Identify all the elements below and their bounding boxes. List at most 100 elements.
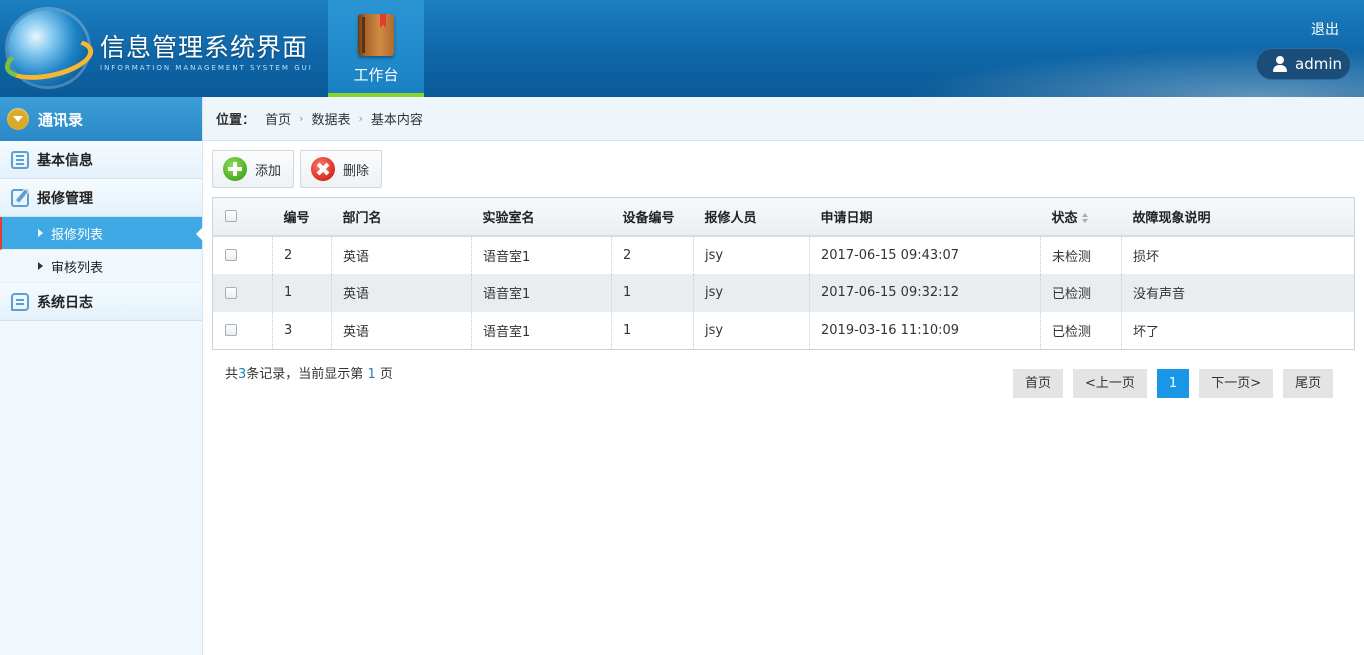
plus-icon — [223, 157, 247, 181]
breadcrumb-basic-content[interactable]: 基本内容 — [371, 109, 423, 128]
summary-text1: 共 — [225, 367, 239, 382]
last-page-button[interactable]: 尾页 — [1283, 369, 1334, 398]
col-header-status-label: 状态 — [1051, 210, 1078, 226]
row-select-cell — [212, 273, 273, 312]
col-header-lab: 实验室名 — [471, 197, 612, 237]
top-header: 信息管理系统界面 INFORMATION MANAGEMENT SYSTEM G… — [0, 0, 1364, 97]
prev-page-button[interactable]: <上一页 — [1073, 369, 1147, 398]
caret-right-icon — [38, 229, 43, 237]
cell-status: 未检测 — [1040, 235, 1122, 274]
sidebar-item-label: 基本信息 — [37, 152, 93, 169]
sidebar-header-contacts[interactable]: 通讯录 — [0, 97, 202, 141]
cell-reporter: jsy — [693, 235, 810, 274]
summary-text3: 页 — [375, 367, 393, 382]
cell-device-id: 2 — [611, 235, 694, 274]
sidebar-item-label: 系统日志 — [37, 294, 93, 311]
row-checkbox[interactable] — [225, 324, 237, 337]
user-badge[interactable]: admin — [1256, 48, 1351, 80]
close-icon — [311, 157, 336, 181]
table-row[interactable]: 1 英语 语音室1 1 jsy 2017-06-15 09:32:12 已检测 … — [212, 273, 1355, 312]
chevron-down-icon — [7, 108, 29, 130]
breadcrumb-home[interactable]: 首页 — [265, 109, 291, 128]
first-page-button[interactable]: 首页 — [1013, 369, 1064, 398]
edit-icon — [11, 188, 29, 207]
sidebar-item-system-log[interactable]: 系统日志 — [0, 283, 202, 321]
caret-right-icon — [38, 262, 43, 270]
repair-table: 编号 部门名 实验室名 设备编号 报修人员 申请日期 状态 故障现象说明 2 英… — [212, 197, 1355, 350]
col-header-description: 故障现象说明 — [1121, 197, 1355, 237]
list-icon — [11, 150, 29, 169]
cell-date: 2017-06-15 09:43:07 — [809, 235, 1041, 274]
cell-id: 2 — [272, 235, 332, 274]
cell-department: 英语 — [331, 273, 472, 312]
cell-device-id: 1 — [611, 311, 694, 350]
sidebar-header-label: 通讯录 — [38, 110, 84, 129]
breadcrumb-prefix: 位置： — [216, 113, 256, 128]
cell-description: 损坏 — [1133, 249, 1160, 265]
col-header-id: 编号 — [272, 197, 332, 237]
username: admin — [1295, 55, 1342, 73]
chat-icon — [11, 292, 29, 311]
cell-description: 没有声音 — [1121, 273, 1355, 312]
col-header-reporter: 报修人员 — [693, 197, 810, 237]
record-summary: 共3条记录，当前显示第 1 页 — [225, 363, 393, 382]
cell-id: 1 — [272, 273, 332, 312]
current-page: 1 — [367, 367, 376, 382]
sidebar-item-basic-info[interactable]: 基本信息 — [0, 141, 202, 179]
sidebar-item-label: 报修管理 — [37, 190, 93, 207]
nav-workbench-label: 工作台 — [353, 66, 399, 84]
cell-lab: 语音室1 — [471, 235, 612, 274]
table-row[interactable]: 2 英语 语音室1 2 jsy 2017-06-15 09:43:07 未检测 … — [212, 235, 1355, 274]
cell-department: 英语 — [331, 235, 472, 274]
cell-description: 坏了 — [1133, 324, 1160, 340]
cell-reporter: jsy — [693, 311, 810, 350]
delete-button[interactable]: 删除 — [300, 150, 383, 188]
toolbar: 添加 删除 — [212, 150, 388, 188]
add-button-label: 添加 — [255, 163, 282, 179]
cell-department: 英语 — [331, 311, 472, 350]
cell-date: 2019-03-16 11:10:09 — [809, 311, 1041, 350]
add-button[interactable]: 添加 — [212, 150, 295, 188]
delete-button-label: 删除 — [343, 163, 370, 179]
cell-date: 2017-06-15 09:32:12 — [809, 273, 1041, 312]
sidebar: 通讯录 基本信息 报修管理 报修列表 审核列表 系统日志 — [0, 97, 203, 655]
sort-icon[interactable] — [1081, 213, 1089, 224]
col-header-device-id: 设备编号 — [611, 197, 694, 237]
next-page-button[interactable]: 下一页> — [1199, 369, 1274, 398]
chevron-right-icon: › — [358, 112, 363, 125]
cell-reporter: jsy — [693, 273, 810, 312]
page-1-button[interactable]: 1 — [1156, 369, 1190, 398]
table-row[interactable]: 3 英语 语音室1 1 jsy 2019-03-16 11:10:09 已检测 … — [212, 311, 1355, 350]
user-icon — [1273, 56, 1287, 72]
cell-lab: 语音室1 — [471, 311, 612, 350]
sidebar-item-review-list[interactable]: 审核列表 — [0, 250, 202, 283]
app-title: 信息管理系统界面 — [100, 33, 309, 62]
sidebar-item-label: 报修列表 — [51, 227, 104, 243]
cell-lab: 语音室1 — [471, 273, 612, 312]
col-header-status[interactable]: 状态 — [1040, 197, 1122, 237]
row-select-cell — [212, 311, 273, 350]
logout-link[interactable]: 退出 — [1311, 19, 1339, 39]
app-subtitle: INFORMATION MANAGEMENT SYSTEM GUI — [100, 64, 313, 72]
table-header-row: 编号 部门名 实验室名 设备编号 报修人员 申请日期 状态 故障现象说明 — [212, 197, 1355, 237]
select-all-cell — [212, 197, 273, 237]
breadcrumb-datatable[interactable]: 数据表 — [311, 109, 350, 128]
summary-text2: 条记录，当前显示第 — [246, 367, 368, 382]
book-icon — [358, 14, 394, 56]
row-checkbox[interactable] — [225, 286, 237, 299]
pagination: 首页 <上一页 1 下一页> 尾页 — [1013, 369, 1343, 398]
sidebar-item-label: 审核列表 — [51, 260, 104, 276]
cell-id: 3 — [272, 311, 332, 350]
breadcrumb: 位置： 首页 › 数据表 › 基本内容 — [203, 97, 1364, 141]
cell-status: 已检测 — [1040, 311, 1122, 350]
row-select-cell — [212, 235, 273, 274]
col-header-date: 申请日期 — [809, 197, 1041, 237]
sidebar-item-repair-list[interactable]: 报修列表 — [0, 217, 203, 250]
row-checkbox[interactable] — [225, 249, 237, 261]
nav-workbench[interactable]: 工作台 — [328, 0, 424, 97]
chevron-right-icon: › — [299, 112, 304, 125]
cell-status: 已检测 — [1040, 273, 1122, 312]
sidebar-item-repair-management[interactable]: 报修管理 — [0, 179, 202, 217]
col-header-department: 部门名 — [331, 197, 472, 237]
select-all-checkbox[interactable] — [225, 210, 237, 223]
